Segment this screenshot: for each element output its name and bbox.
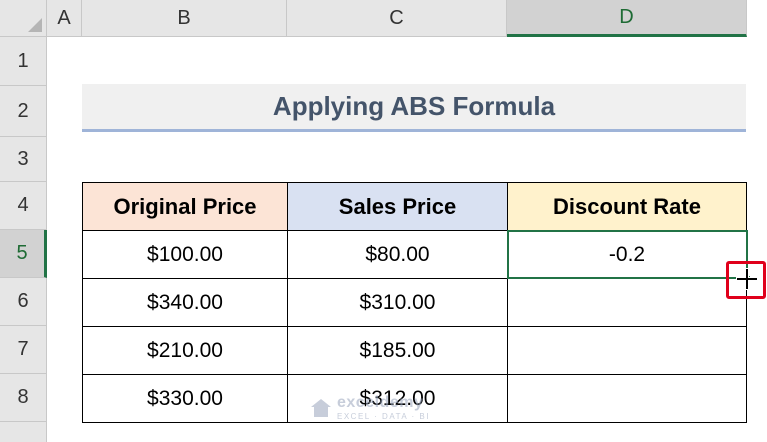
cell-b7[interactable]: $210.00 <box>82 326 287 374</box>
cell-d7[interactable] <box>507 326 747 374</box>
row-header-2[interactable]: 2 <box>0 86 47 137</box>
cell-c6[interactable]: $310.00 <box>287 278 507 326</box>
row-header-8[interactable]: 8 <box>0 374 47 422</box>
watermark-brand: exceldemy <box>337 394 424 411</box>
cell-c7[interactable]: $185.00 <box>287 326 507 374</box>
header-sales-price[interactable]: Sales Price <box>287 182 507 230</box>
cell-c5[interactable]: $80.00 <box>287 230 507 278</box>
cell-d5[interactable]: -0.2 <box>507 230 747 278</box>
row-header-5[interactable]: 5 <box>0 230 47 278</box>
cell-d6[interactable] <box>507 278 747 326</box>
house-logo-icon <box>311 398 331 417</box>
column-header-b[interactable]: B <box>82 0 287 37</box>
row-header-4[interactable]: 4 <box>0 182 47 230</box>
header-discount-rate[interactable]: Discount Rate <box>507 182 747 230</box>
watermark-tagline: EXCEL · DATA · BI <box>337 412 430 421</box>
column-header-c[interactable]: C <box>287 0 507 37</box>
row-header-3[interactable]: 3 <box>0 137 47 182</box>
watermark: exceldemy EXCEL · DATA · BI <box>310 394 430 421</box>
cell-b8[interactable]: $330.00 <box>82 374 287 423</box>
row-header-6[interactable]: 6 <box>0 278 47 326</box>
row-header-1[interactable]: 1 <box>0 37 47 86</box>
row-header-7[interactable]: 7 <box>0 326 47 374</box>
select-all-triangle-icon <box>28 18 42 32</box>
cell-b6[interactable]: $340.00 <box>82 278 287 326</box>
cell-b5[interactable]: $100.00 <box>82 230 287 278</box>
select-all-corner[interactable] <box>0 0 47 37</box>
row-header-9-partial[interactable] <box>0 422 47 442</box>
cell-d8[interactable] <box>507 374 747 423</box>
header-original-price[interactable]: Original Price <box>82 182 287 230</box>
column-header-a[interactable]: A <box>47 0 82 37</box>
sheet-title: Applying ABS Formula <box>82 84 746 132</box>
column-header-d[interactable]: D <box>507 0 747 37</box>
plus-cursor-icon <box>736 268 758 290</box>
